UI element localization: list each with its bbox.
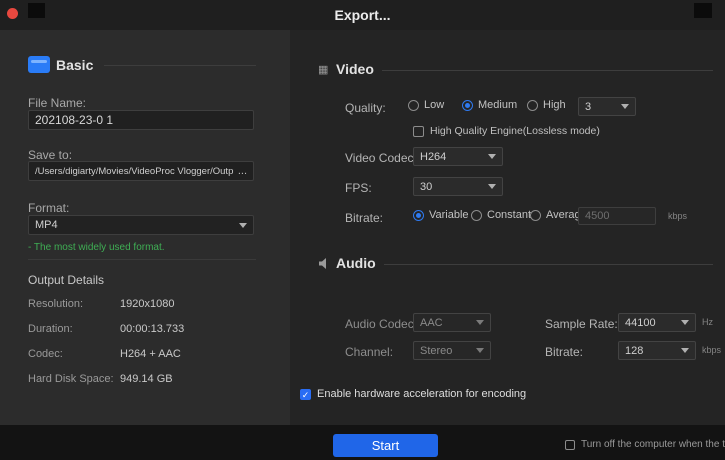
video-codec-label: Video Codec:: [345, 151, 417, 165]
chevron-down-icon: [239, 223, 247, 228]
detail-label: Codec:: [28, 348, 63, 360]
radio-icon: [413, 210, 424, 221]
format-hint: - The most widely used format.: [28, 242, 165, 253]
dialog-title: Export...: [0, 0, 725, 30]
hq-engine-label: High Quality Engine(Lossless mode): [430, 125, 600, 137]
hw-accel-checkbox[interactable]: Enable hardware acceleration for encodin…: [300, 388, 526, 400]
basic-section-title: Basic: [56, 57, 93, 73]
quality-level-dropdown[interactable]: 3: [578, 97, 636, 116]
fps-value: 30: [420, 181, 432, 193]
radio-label: Low: [424, 99, 444, 111]
basic-section-icon: [28, 56, 50, 73]
checkbox-icon: [413, 126, 424, 137]
title-bar: Export...: [0, 0, 725, 30]
divider: [382, 70, 713, 71]
detail-value: 949.14 GB: [120, 373, 173, 385]
channel-value: Stereo: [420, 345, 452, 357]
radio-icon: [530, 210, 541, 221]
audio-codec-value: AAC: [420, 317, 443, 329]
quality-label: Quality:: [345, 101, 386, 115]
format-value: MP4: [35, 219, 58, 231]
basic-panel: Basic File Name: Save to: /Users/digiart…: [0, 30, 290, 425]
sample-rate-unit: Hz: [702, 317, 713, 327]
footer-bar: Start Turn off the computer when the tas…: [0, 425, 725, 460]
fps-label: FPS:: [345, 181, 372, 195]
radio-label: Variable: [429, 209, 469, 221]
channel-dropdown[interactable]: Stereo: [413, 341, 491, 360]
divider: [28, 259, 256, 260]
file-name-label: File Name:: [28, 96, 86, 110]
hw-accel-label: Enable hardware acceleration for encodin…: [317, 388, 526, 400]
start-button[interactable]: Start: [333, 434, 438, 457]
settings-panel: ▦ Video Quality: Low Medium High 3 High …: [290, 30, 725, 425]
quality-level-value: 3: [585, 101, 591, 113]
audio-codec-dropdown[interactable]: AAC: [413, 313, 491, 332]
detail-value: H264 + AAC: [120, 348, 181, 360]
audio-bitrate-label: Bitrate:: [545, 345, 583, 359]
quality-medium-radio[interactable]: Medium: [462, 99, 517, 111]
file-name-input[interactable]: [28, 110, 254, 130]
detail-label: Hard Disk Space:: [28, 373, 114, 385]
video-codec-value: H264: [420, 151, 446, 163]
format-label: Format:: [28, 201, 69, 215]
radio-icon: [471, 210, 482, 221]
detail-label: Resolution:: [28, 298, 83, 310]
browse-button[interactable]: ...: [238, 165, 247, 177]
checkbox-icon: [565, 440, 575, 450]
chevron-down-icon: [476, 320, 484, 325]
divider: [384, 264, 713, 265]
radio-icon: [462, 100, 473, 111]
chevron-down-icon: [621, 104, 629, 109]
bitrate-variable-radio[interactable]: Variable: [413, 209, 469, 221]
turn-off-checkbox[interactable]: Turn off the computer when the task is f: [565, 439, 725, 450]
fps-dropdown[interactable]: 30: [413, 177, 503, 196]
bitrate-label: Bitrate:: [345, 211, 383, 225]
detail-value: 1920x1080: [120, 298, 174, 310]
radio-icon: [408, 100, 419, 111]
radio-label: Medium: [478, 99, 517, 111]
save-to-label: Save to:: [28, 148, 72, 162]
audio-bitrate-dropdown[interactable]: 128: [618, 341, 696, 360]
channel-label: Channel:: [345, 345, 393, 359]
divider: [104, 65, 256, 66]
bitrate-unit: kbps: [668, 211, 687, 221]
detail-label: Duration:: [28, 323, 73, 335]
format-dropdown[interactable]: MP4: [28, 215, 254, 235]
hq-engine-checkbox[interactable]: High Quality Engine(Lossless mode): [413, 125, 600, 137]
radio-label: High: [543, 99, 566, 111]
quality-high-radio[interactable]: High: [527, 99, 566, 111]
output-details-title: Output Details: [28, 273, 104, 287]
video-section-title: Video: [336, 61, 374, 77]
quality-low-radio[interactable]: Low: [408, 99, 444, 111]
checkbox-checked-icon: [300, 389, 311, 400]
save-to-path: /Users/digiarty/Movies/VideoProc Vlogger…: [35, 166, 234, 177]
video-section-icon: ▦: [318, 63, 328, 76]
audio-section-icon: [318, 257, 331, 270]
chevron-down-icon: [476, 348, 484, 353]
bitrate-value-input[interactable]: [578, 207, 656, 225]
save-to-field[interactable]: /Users/digiarty/Movies/VideoProc Vlogger…: [28, 161, 254, 181]
chevron-down-icon: [681, 348, 689, 353]
radio-icon: [527, 100, 538, 111]
chevron-down-icon: [681, 320, 689, 325]
audio-codec-label: Audio Codec:: [345, 317, 417, 331]
sample-rate-value: 44100: [625, 317, 656, 329]
detail-value: 00:00:13.733: [120, 323, 184, 335]
video-codec-dropdown[interactable]: H264: [413, 147, 503, 166]
audio-bitrate-value: 128: [625, 345, 643, 357]
export-dialog: Export... Basic File Name: Save to: /Use…: [0, 0, 725, 460]
sample-rate-label: Sample Rate:: [545, 317, 618, 331]
audio-section-title: Audio: [336, 255, 376, 271]
audio-bitrate-unit: kbps: [702, 345, 721, 355]
bitrate-constant-radio[interactable]: Constant: [471, 209, 531, 221]
turn-off-label: Turn off the computer when the task is f: [581, 439, 725, 450]
chevron-down-icon: [488, 154, 496, 159]
chevron-down-icon: [488, 184, 496, 189]
radio-label: Constant: [487, 209, 531, 221]
sample-rate-dropdown[interactable]: 44100: [618, 313, 696, 332]
